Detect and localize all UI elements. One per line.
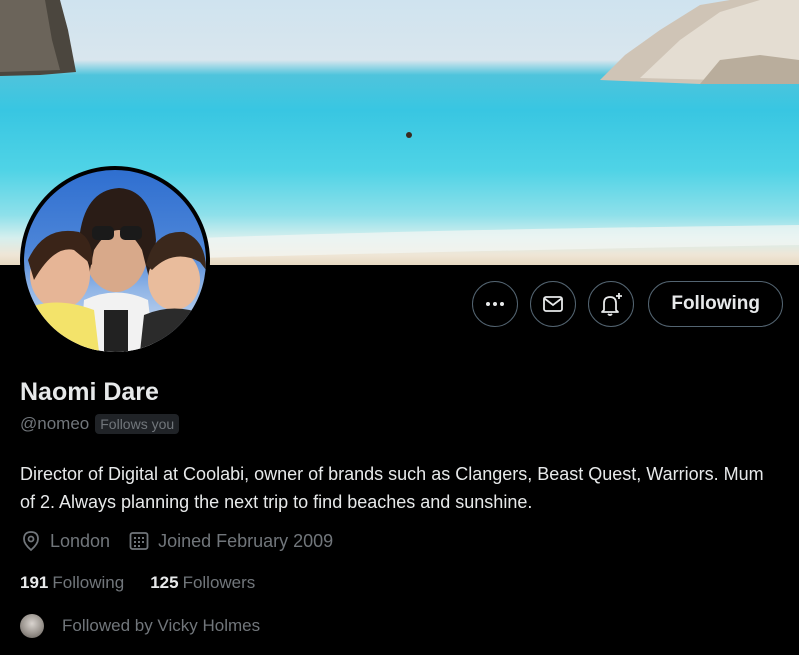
followers-stat[interactable]: 125 Followers [150,573,255,593]
more-icon [486,302,505,306]
follower-avatar [20,614,44,638]
location-text: London [50,530,111,551]
location-item: London [20,530,110,552]
envelope-icon [543,296,564,312]
followed-by-row[interactable]: Followed by Vicky Holmes [20,614,260,638]
follow-stats: 191 Following 125 Followers [20,573,255,593]
joined-item: Joined February 2009 [128,530,333,552]
followers-label: Followers [182,573,256,592]
handle-row: @nomeo Follows you [20,414,180,434]
profile-avatar[interactable] [20,166,210,356]
profile-meta: London Joined February 2009 [20,530,333,552]
following-count: 191 [20,573,49,592]
following-label: Following [52,573,125,592]
following-stat[interactable]: 191 Following [20,573,124,593]
more-button[interactable] [472,281,519,327]
joined-text: Joined February 2009 [158,530,334,551]
message-button[interactable] [530,281,577,327]
followed-by-text: Followed by Vicky Holmes [62,616,261,635]
bell-plus-icon [601,293,623,316]
followers-count: 125 [150,573,179,592]
avatar-photo [24,170,206,352]
profile-actions: Following [472,281,783,327]
calendar-icon [129,532,149,550]
notify-button[interactable] [588,281,635,327]
profile-name: Naomi Dare [20,378,159,406]
follows-you-badge: Follows you [95,414,180,434]
profile-handle: @nomeo [20,414,90,433]
location-pin-icon [23,531,39,552]
following-button[interactable]: Following [648,281,783,327]
profile-bio: Director of Digital at Coolabi, owner of… [20,464,764,512]
